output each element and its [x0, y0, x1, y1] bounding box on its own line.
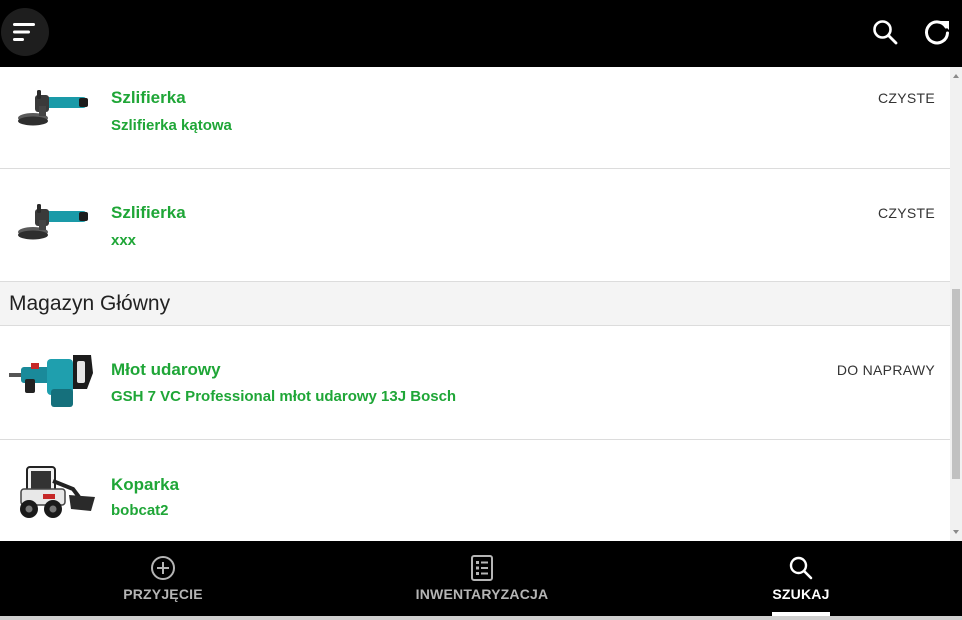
item-subtitle: bobcat2	[111, 502, 169, 519]
item-title: Koparka	[111, 475, 180, 494]
demolition-hammer-image	[6, 340, 98, 420]
menu-button[interactable]	[1, 8, 49, 56]
item-title: Szlifierka	[111, 88, 186, 107]
list-item[interactable]: Koparka bobcat2	[0, 440, 950, 541]
scrollbar[interactable]	[950, 67, 962, 541]
list-item[interactable]: Młot udarowy GSH 7 VC Professional młot …	[0, 326, 950, 440]
equipment-list[interactable]: Szlifierka Szlifierka kątowa CZYSTE Szli…	[0, 67, 950, 541]
item-subtitle: GSH 7 VC Professional młot udarowy 13J B…	[111, 388, 457, 405]
list-item[interactable]: Szlifierka Szlifierka kątowa CZYSTE	[0, 67, 950, 169]
search-icon	[873, 20, 898, 45]
scrollbar-thumb[interactable]	[952, 289, 960, 479]
nav-item-inwentaryzacja[interactable]: INWENTARYZACJA	[407, 541, 557, 616]
item-title: Szlifierka	[111, 203, 186, 222]
section-header: Magazyn Główny	[0, 282, 950, 326]
status-label: CZYSTE	[877, 90, 935, 106]
angle-grinder-image	[8, 73, 100, 153]
menu-icon	[13, 23, 35, 41]
status-label: CZYSTE	[877, 205, 935, 221]
item-subtitle: Szlifierka kątowa	[111, 117, 232, 134]
nav-label: SZUKAJ	[772, 586, 830, 602]
refresh-button[interactable]	[923, 17, 951, 47]
item-title: Młot udarowy	[111, 360, 221, 379]
skid-steer-loader-image	[10, 452, 102, 532]
plus-circle-icon	[151, 556, 175, 580]
search-button[interactable]	[871, 17, 899, 47]
nav-item-przyjecie[interactable]: PRZYJĘCIE	[112, 541, 214, 616]
top-app-bar	[0, 0, 962, 67]
scroll-down-arrow-icon[interactable]	[953, 530, 959, 534]
refresh-icon	[925, 20, 949, 45]
checklist-icon	[471, 555, 493, 581]
angle-grinder-image	[8, 187, 100, 267]
nav-item-szukaj[interactable]: SZUKAJ	[766, 541, 836, 616]
bottom-navigation: PRZYJĘCIE INWENTARYZACJA SZUKAJ	[0, 541, 962, 616]
search-icon	[789, 556, 813, 580]
nav-label: INWENTARYZACJA	[415, 586, 549, 602]
status-label: DO NAPRAWY	[836, 362, 935, 378]
scroll-up-arrow-icon[interactable]	[953, 74, 959, 78]
nav-label: PRZYJĘCIE	[123, 586, 203, 602]
item-subtitle: xxx	[111, 232, 137, 249]
list-item[interactable]: Szlifierka xxx CZYSTE	[0, 169, 950, 282]
window-bottom-edge	[0, 616, 962, 620]
